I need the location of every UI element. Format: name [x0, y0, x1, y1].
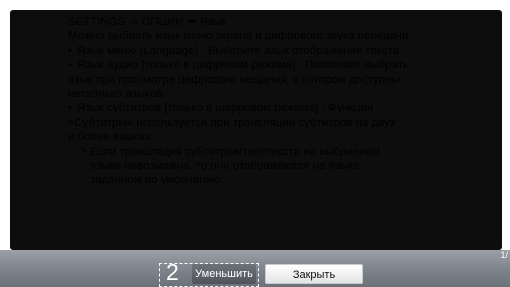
bullet-icon: •: [68, 59, 73, 72]
note-text: заданном по умолчанию.: [90, 174, 224, 187]
note-text: Если трансляция субтитров/телетекста на …: [90, 145, 380, 158]
note-text: языке невозможна, то они отображаются на…: [90, 160, 363, 173]
list-item-text: Язык субтитров [только в цифровом режиме…: [77, 102, 374, 115]
list-item: • Язык субтитров [только в цифровом режи…: [68, 101, 488, 115]
shrink-button[interactable]: Уменьшить: [192, 264, 256, 284]
note-icon: ✎: [80, 145, 89, 157]
list-item-text: Язык меню (Language) : Выберите язык ото…: [77, 44, 403, 57]
list-item-text: и более языках.: [68, 131, 154, 144]
bullet-icon: •: [68, 102, 73, 115]
bullet-icon: •: [68, 44, 73, 57]
step-number: 2: [166, 259, 179, 285]
list-item-text: «Субтитры» используется при трансляции с…: [68, 116, 396, 129]
list-item-text: язык при просмотре цифрового вещания, в …: [68, 73, 400, 86]
list-item: • Язык меню (Language) : Выберите язык о…: [68, 44, 488, 58]
help-content: SETTINGS ⇨ ОПЦИИ ➡ Язык Можно выбрать яз…: [68, 15, 488, 188]
note: ✎ Если трансляция субтитров/телетекста н…: [68, 145, 488, 188]
list-item: • Язык аудио [только в цифровом режиме] …: [68, 58, 488, 72]
intro-text: Можно выбрать язык меню экрана и цифрово…: [68, 30, 412, 43]
list-item-text: Язык аудио [только в цифровом режиме] : …: [77, 59, 410, 72]
screen: SETTINGS ⇨ ОПЦИИ ➡ Язык Можно выбрать яз…: [0, 0, 510, 287]
close-button[interactable]: Закрыть: [265, 264, 363, 284]
list-item-text: несколько языков.: [68, 88, 166, 101]
breadcrumb: SETTINGS ⇨ ОПЦИИ ➡ Язык: [68, 16, 227, 28]
page-indicator: 1/: [500, 250, 508, 260]
